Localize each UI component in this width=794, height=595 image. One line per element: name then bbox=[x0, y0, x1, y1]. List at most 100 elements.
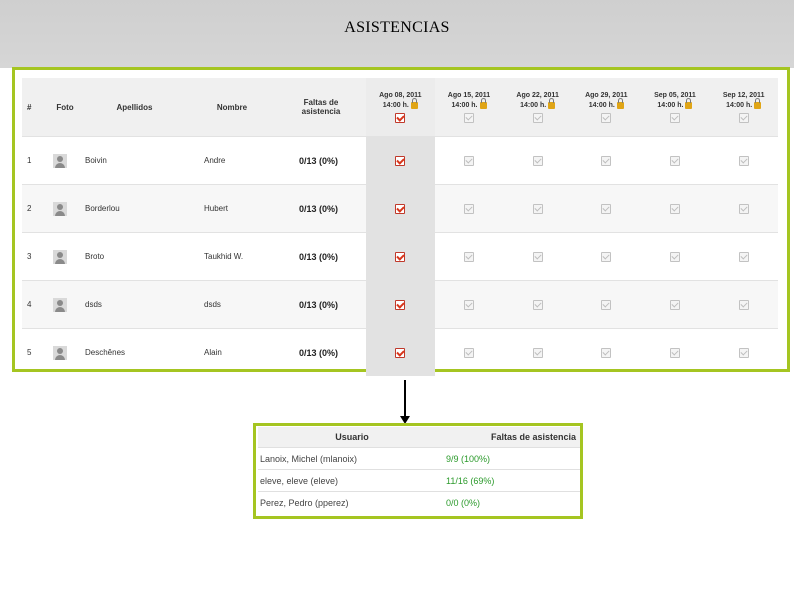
attendance-checkbox[interactable] bbox=[532, 251, 543, 262]
attendance-checkbox[interactable] bbox=[463, 203, 474, 214]
connector-arrow-line bbox=[404, 380, 406, 418]
lock-icon[interactable] bbox=[616, 97, 624, 109]
attendance-checkbox[interactable] bbox=[669, 299, 680, 310]
summary-usuario: Lanoix, Michel (mlanoix) bbox=[258, 447, 446, 470]
attendance-checkbox[interactable] bbox=[395, 347, 406, 358]
row-nombre: Hubert bbox=[188, 184, 276, 233]
table-row: Lanoix, Michel (mlanoix) 9/9 (100%) bbox=[258, 447, 580, 470]
row-apellidos: Borderlou bbox=[81, 184, 188, 233]
session-header: Ago 22, 2011 14:00 h. bbox=[503, 78, 572, 137]
summary-faltas: 0/0 (0%) bbox=[446, 491, 580, 513]
attendance-checkbox[interactable] bbox=[601, 251, 612, 262]
attendance-checkbox[interactable] bbox=[738, 347, 749, 358]
col-faltas-header-line2: asistencia bbox=[301, 107, 341, 116]
lock-icon[interactable] bbox=[479, 97, 487, 109]
table-row: Perez, Pedro (pperez) 0/0 (0%) bbox=[258, 491, 580, 513]
page-title: ASISTENCIAS bbox=[344, 19, 450, 36]
table-row: 3 Broto Taukhid W. 0/13 (0%) bbox=[22, 232, 778, 281]
session-select-all-checkbox[interactable] bbox=[463, 113, 474, 123]
row-apellidos: Boivin bbox=[81, 136, 188, 185]
row-faltas: 0/13 (0%) bbox=[276, 280, 366, 329]
attendance-table: # Foto Apellidos Nombre Faltas de asiste… bbox=[22, 78, 778, 376]
row-apellidos: dsds bbox=[81, 280, 188, 329]
row-apellidos: Deschênes bbox=[81, 328, 188, 376]
col-nombre-header[interactable]: Nombre bbox=[188, 78, 276, 137]
attendance-checkbox[interactable] bbox=[601, 347, 612, 358]
summary-usuario: Perez, Pedro (pperez) bbox=[258, 491, 446, 513]
col-number-header: # bbox=[22, 78, 49, 137]
row-apellidos: Broto bbox=[81, 232, 188, 281]
session-date: Ago 15, 2011 bbox=[447, 92, 491, 99]
session-select-all-checkbox[interactable] bbox=[738, 113, 749, 123]
attendance-checkbox[interactable] bbox=[669, 203, 680, 214]
row-number: 4 bbox=[22, 280, 49, 329]
attendance-checkbox[interactable] bbox=[601, 203, 612, 214]
lock-icon[interactable] bbox=[548, 97, 556, 109]
row-faltas: 0/13 (0%) bbox=[276, 136, 366, 185]
session-header: Ago 29, 2011 14:00 h. bbox=[571, 78, 641, 137]
avatar-icon bbox=[53, 153, 67, 168]
attendance-checkbox[interactable] bbox=[601, 299, 612, 310]
attendance-checkbox[interactable] bbox=[463, 251, 474, 262]
attendance-checkbox[interactable] bbox=[532, 347, 543, 358]
row-nombre: Andre bbox=[188, 136, 276, 185]
session-time: 14:00 h. bbox=[726, 102, 753, 109]
attendance-checkbox[interactable] bbox=[395, 155, 406, 166]
session-date: Sep 12, 2011 bbox=[722, 92, 765, 99]
session-date: Ago 22, 2011 bbox=[516, 92, 559, 99]
col-faltas-header-line1: Faltas de bbox=[303, 98, 339, 107]
session-time: 14:00 h. bbox=[520, 102, 547, 109]
session-time: 14:00 h. bbox=[382, 102, 409, 109]
session-date: Ago 08, 2011 bbox=[379, 92, 422, 99]
table-row: 4 dsds dsds 0/13 (0%) bbox=[22, 280, 778, 329]
col-faltas-header[interactable]: Faltas de asistencia bbox=[446, 427, 580, 448]
attendance-header-row: # Foto Apellidos Nombre Faltas de asiste… bbox=[22, 78, 778, 137]
attendance-checkbox[interactable] bbox=[463, 347, 474, 358]
avatar-icon bbox=[53, 201, 67, 216]
attendance-checkbox[interactable] bbox=[395, 203, 406, 214]
row-faltas: 0/13 (0%) bbox=[276, 328, 366, 376]
session-time: 14:00 h. bbox=[588, 102, 615, 109]
col-usuario-header[interactable]: Usuario bbox=[258, 427, 446, 448]
row-nombre: Alain bbox=[188, 328, 276, 376]
session-time: 14:00 h. bbox=[451, 102, 478, 109]
session-select-all-checkbox[interactable] bbox=[395, 113, 406, 123]
session-date: Ago 29, 2011 bbox=[585, 92, 628, 99]
attendance-checkbox[interactable] bbox=[738, 203, 749, 214]
session-select-all-checkbox[interactable] bbox=[532, 113, 543, 123]
table-row: 1 Boivin Andre 0/13 (0%) bbox=[22, 136, 778, 185]
summary-header-row: Usuario Faltas de asistencia bbox=[258, 427, 580, 448]
attendance-checkbox[interactable] bbox=[738, 155, 749, 166]
col-apellidos-header[interactable]: Apellidos bbox=[81, 78, 188, 137]
session-select-all-checkbox[interactable] bbox=[669, 113, 680, 123]
session-date: Sep 05, 2011 bbox=[654, 92, 696, 99]
attendance-checkbox[interactable] bbox=[738, 299, 749, 310]
row-number: 5 bbox=[22, 328, 49, 376]
row-number: 3 bbox=[22, 232, 49, 281]
col-faltas-header: Faltas de asistencia bbox=[276, 78, 366, 137]
attendance-checkbox[interactable] bbox=[601, 155, 612, 166]
lock-icon[interactable] bbox=[754, 97, 762, 109]
attendance-checkbox[interactable] bbox=[463, 299, 474, 310]
row-number: 2 bbox=[22, 184, 49, 233]
attendance-checkbox[interactable] bbox=[532, 155, 543, 166]
summary-usuario: eleve, eleve (eleve) bbox=[258, 469, 446, 492]
attendance-checkbox[interactable] bbox=[669, 251, 680, 262]
session-header: Ago 15, 2011 14:00 h. bbox=[434, 78, 504, 137]
attendance-checkbox[interactable] bbox=[669, 155, 680, 166]
attendance-checkbox[interactable] bbox=[395, 299, 406, 310]
session-time: 14:00 h. bbox=[657, 102, 684, 109]
row-nombre: Taukhid W. bbox=[188, 232, 276, 281]
table-row: 2 Borderlou Hubert 0/13 (0%) bbox=[22, 184, 778, 233]
attendance-checkbox[interactable] bbox=[395, 251, 406, 262]
attendance-checkbox[interactable] bbox=[463, 155, 474, 166]
attendance-checkbox[interactable] bbox=[532, 203, 543, 214]
lock-icon[interactable] bbox=[685, 97, 693, 109]
lock-icon[interactable] bbox=[410, 97, 418, 109]
attendance-checkbox[interactable] bbox=[669, 347, 680, 358]
session-select-all-checkbox[interactable] bbox=[601, 113, 612, 123]
attendance-checkbox[interactable] bbox=[532, 299, 543, 310]
attendance-checkbox[interactable] bbox=[738, 251, 749, 262]
col-photo-header: Foto bbox=[49, 78, 81, 137]
summary-faltas: 11/16 (69%) bbox=[446, 469, 580, 492]
